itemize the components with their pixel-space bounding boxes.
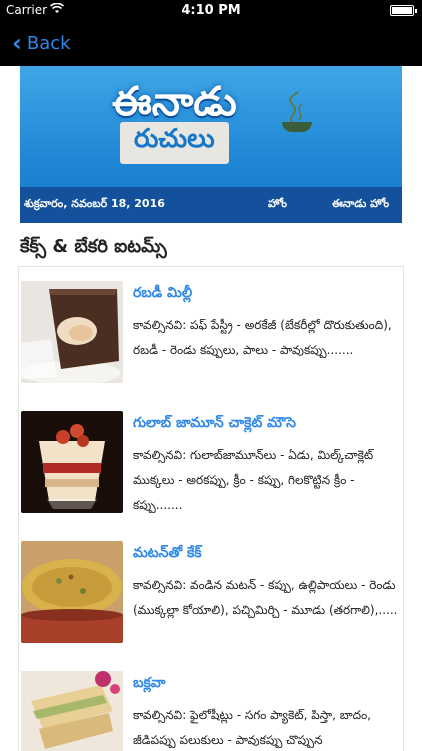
- back-button[interactable]: ‹ Back: [12, 30, 71, 56]
- section-title: కేక్స్ & బేకరి ఐటమ్స్: [20, 236, 167, 257]
- list-item[interactable]: గులాబ్ జామూన్ చాక్లెట్ మౌసె కావల్సినవి: …: [19, 397, 403, 527]
- list-item[interactable]: మటన్‌తో కేక్ కావల్సినవి: వండిన మటన్ - కప…: [19, 527, 403, 657]
- clock: 4:10 PM: [181, 3, 241, 18]
- recipe-title[interactable]: గులాబ్ జామూన్ చాక్లెట్ మౌసె: [133, 415, 296, 434]
- recipe-thumbnail: [21, 541, 123, 643]
- steam-icon: [289, 91, 303, 125]
- list-item[interactable]: బక్లవా కావల్సినవి: ఫైలోషీట్లు - సగం ప్యా…: [19, 657, 403, 751]
- chevron-left-icon: ‹: [12, 29, 22, 57]
- date-label: శుక్రవారం, నవంబర్ 18, 2016: [24, 197, 165, 210]
- recipe-description: కావల్సినవి: గులాబ్‌జామూన్‌లు - ఏడు, మిల్…: [133, 448, 374, 512]
- recipe-thumbnail: [21, 411, 123, 513]
- recipe-description: కావల్సినవి: వండిన మటన్ - కప్పు, ఉల్లిపాయ…: [133, 578, 398, 617]
- recipe-thumbnail: [21, 671, 123, 751]
- recipe-title[interactable]: మటన్‌తో కేక్: [133, 545, 202, 564]
- recipe-title[interactable]: బక్లవా: [133, 675, 165, 694]
- banner-info-bar: శుక్రవారం, నవంబర్ 18, 2016 హోం ఈనాడు హోం: [20, 187, 402, 223]
- bowl-icon: [282, 122, 312, 132]
- logo-ruchulu: రుచులు: [120, 122, 229, 164]
- back-label: Back: [26, 32, 71, 54]
- recipe-list[interactable]: రబడీ మిల్లీ కావల్సినవి: పఫ్ పేస్ట్రీ - అ…: [18, 266, 404, 751]
- recipe-description: కావల్సినవి: పఫ్ పేస్ట్రీ - అరకేజీ (బేకరీ…: [133, 318, 392, 357]
- eenadu-banner: ఈనాడు రుచులు శుక్రవారం, నవంబర్ 18, 2016 …: [20, 66, 402, 223]
- eenadu-home-link[interactable]: ఈనాడు హోం: [332, 197, 389, 213]
- home-link[interactable]: హోం: [268, 197, 287, 213]
- recipe-thumbnail: [21, 281, 123, 383]
- status-bar: Carrier 4:10 PM: [0, 0, 422, 20]
- list-item[interactable]: రబడీ మిల్లీ కావల్సినవి: పఫ్ పేస్ట్రీ - అ…: [19, 267, 403, 397]
- battery-icon: [390, 5, 417, 16]
- navigation-bar: ‹ Back: [0, 20, 422, 66]
- recipe-description: కావల్సినవి: ఫైలోషీట్లు - సగం ప్యాకెట్, ప…: [133, 708, 371, 747]
- recipe-title[interactable]: రబడీ మిల్లీ: [133, 285, 192, 304]
